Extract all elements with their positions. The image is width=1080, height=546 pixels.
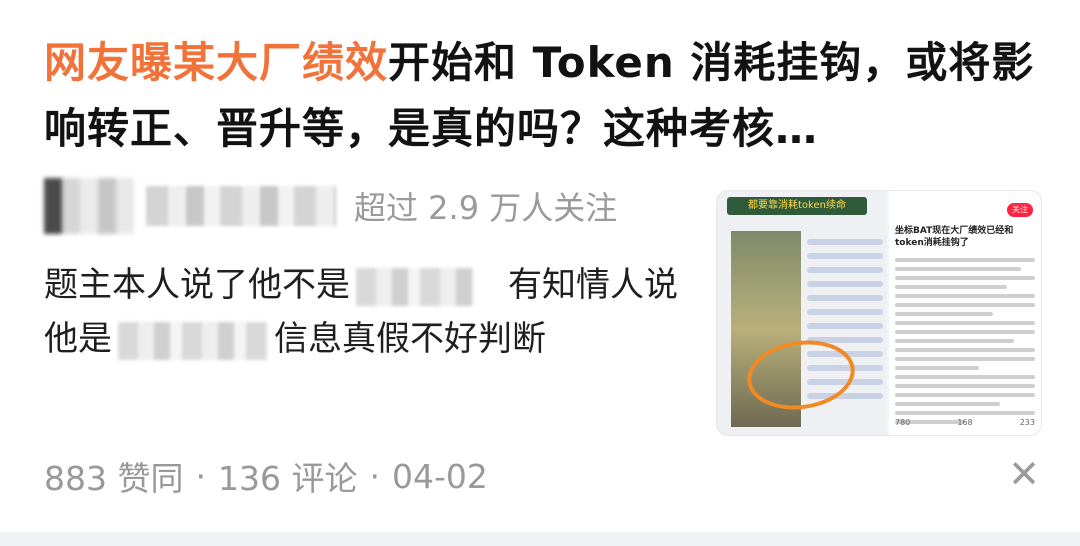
thumbnail-stat-likes: 780 bbox=[895, 418, 911, 427]
post-title[interactable]: 网友曝某大厂绩效开始和 Token 消耗挂钩，或将影响转正、晋升等，是真的吗？这… bbox=[44, 30, 1044, 162]
thumbnail-title: 坐标BAT现在大厂绩效已经和token消耗挂钩了 bbox=[895, 226, 1014, 248]
blurred-author-name bbox=[146, 186, 336, 226]
separator-dot: · bbox=[369, 456, 380, 496]
answer-excerpt[interactable]: 题主本人说了他不是 有知情人说他是 信息真假不好判断 bbox=[44, 258, 694, 366]
title-highlight: 网友曝某大厂绩效 bbox=[44, 38, 389, 87]
follower-count: 超过 2.9 万人关注 bbox=[354, 189, 618, 227]
thumbnail-image[interactable]: 都要靠消耗token续命 关注 坐标BAT现在大厂绩效已经和token消耗挂钩了… bbox=[716, 190, 1042, 436]
bottom-divider bbox=[0, 532, 1080, 546]
blurred-avatar bbox=[44, 178, 134, 234]
excerpt-text-3: 信息真假不好判断 bbox=[274, 319, 546, 359]
thumbnail-screenshot-right: 关注 坐标BAT现在大厂绩效已经和token消耗挂钩了 780 168 233 bbox=[889, 191, 1041, 435]
excerpt-text-1: 题主本人说了他不是 bbox=[44, 265, 350, 305]
thumbnail-screenshot-left: 都要靠消耗token续命 bbox=[717, 191, 887, 435]
thumbnail-body-text bbox=[895, 253, 1035, 429]
close-icon[interactable]: ✕ bbox=[1004, 454, 1044, 494]
post-date: 04-02 bbox=[391, 456, 488, 496]
thumbnail-stat-comments: 233 bbox=[1019, 418, 1035, 427]
blurred-text bbox=[118, 321, 268, 360]
separator-dot: · bbox=[195, 456, 206, 496]
post-footer: 883 赞同 · 136 评论 · 04-02 bbox=[44, 452, 488, 500]
meta-row: 超过 2.9 万人关注 bbox=[44, 178, 617, 234]
thumbnail-follow-button: 关注 bbox=[1007, 203, 1033, 217]
comment-count: 136 评论 bbox=[217, 459, 358, 498]
thumbnail-banner: 都要靠消耗token续命 bbox=[727, 197, 867, 215]
thumbnail-stat-stars: 168 bbox=[957, 418, 973, 427]
thumbnail-stats: 780 168 233 bbox=[895, 418, 1035, 427]
answer-card[interactable]: 网友曝某大厂绩效开始和 Token 消耗挂钩，或将影响转正、晋升等，是真的吗？这… bbox=[0, 0, 1080, 532]
like-count: 883 赞同 bbox=[44, 459, 184, 498]
blurred-text bbox=[356, 267, 474, 306]
